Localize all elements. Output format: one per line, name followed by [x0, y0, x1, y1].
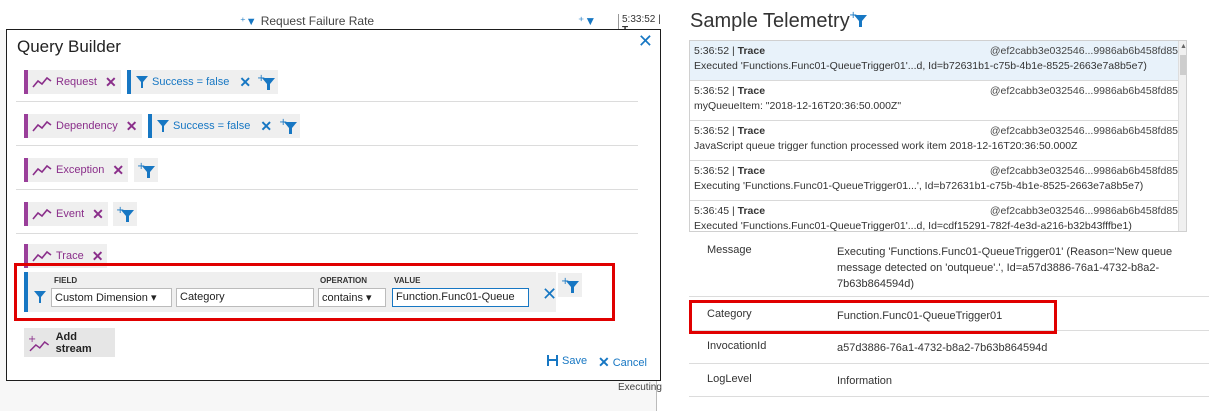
add-stream-icon: +	[28, 334, 50, 351]
property-value: Function.Func01-QueueTrigger01	[837, 310, 1003, 322]
line-chart-icon	[32, 76, 52, 88]
remove-stream-icon[interactable]: ✕	[126, 118, 138, 135]
stream-chip-event[interactable]: Event ✕	[24, 202, 108, 226]
close-icon[interactable]: ✕	[638, 31, 653, 52]
field-label: FIELD	[54, 276, 78, 285]
filter-editor: FIELD OPERATION VALUE Custom Dimension ▾…	[24, 272, 557, 312]
operation-select[interactable]: contains ▾	[318, 288, 386, 307]
stream-label: Dependency	[56, 120, 118, 132]
scroll-up-icon[interactable]: ▲	[1180, 43, 1186, 50]
add-filter-icon: ⁺▼	[578, 14, 597, 28]
cancel-button[interactable]: ✕ Cancel	[598, 354, 647, 371]
dashboard-bottom-text: Executing	[618, 382, 662, 393]
stream-label: Event	[56, 208, 85, 220]
add-stream-button[interactable]: + Add stream	[24, 328, 115, 357]
property-row-message: Message Executing 'Functions.Func01-Queu…	[689, 236, 1209, 297]
stream-chip-exception[interactable]: Exception ✕	[24, 158, 129, 182]
chevron-down-icon: ▾	[366, 292, 372, 304]
save-icon	[547, 355, 558, 366]
add-filter-icon: ⁺▼	[240, 16, 257, 28]
line-chart-icon	[32, 164, 52, 176]
stream-chip-dependency[interactable]: Dependency ✕	[24, 114, 142, 138]
filter-icon	[136, 76, 148, 88]
sample-telemetry-panel: Sample Telemetry + 5:36:52 | Trace @ef2c…	[685, 0, 1214, 411]
property-key: InvocationId	[707, 340, 767, 352]
stream-row-exception: Exception ✕ +	[16, 146, 638, 190]
list-item[interactable]: 5:36:52 | Trace @ef2cabb3e032546...9986a…	[690, 81, 1186, 121]
list-item[interactable]: 5:36:52 | Trace @ef2cabb3e032546...9986a…	[690, 161, 1186, 201]
stream-row-event: Event ✕ +	[16, 190, 638, 234]
svg-text:+: +	[28, 334, 36, 345]
telemetry-list[interactable]: 5:36:52 | Trace @ef2cabb3e032546...9986a…	[689, 40, 1187, 232]
dialog-title: Query Builder	[17, 37, 121, 56]
filter-label: Success = false	[173, 120, 251, 132]
stream-label: Exception	[56, 164, 105, 176]
field-name-input[interactable]: Category	[176, 288, 314, 307]
property-key: Message	[707, 244, 752, 256]
operation-label: OPERATION	[320, 276, 367, 285]
field-type-select[interactable]: Custom Dimension ▾	[51, 288, 172, 307]
filter-icon	[34, 291, 46, 303]
remove-stream-icon[interactable]: ✕	[112, 162, 124, 179]
stream-row-request: Request ✕ Success = false ✕ +	[16, 58, 638, 102]
property-key: Category	[707, 308, 752, 320]
property-value: Information	[837, 375, 893, 387]
property-value: Executing 'Functions.Func01-QueueTrigger…	[837, 246, 1173, 290]
stream-label: Request	[56, 76, 97, 88]
stream-row-dependency: Dependency ✕ Success = false ✕ +	[16, 102, 638, 146]
stream-label: Trace	[56, 250, 84, 262]
list-item[interactable]: 5:36:45 | Trace @ef2cabb3e032546...9986a…	[690, 201, 1186, 231]
line-chart-icon	[32, 250, 52, 262]
property-row-category: Category Function.Func01-QueueTrigger01	[689, 297, 1209, 331]
add-filter-icon[interactable]: +	[254, 70, 278, 94]
stream-chip-trace[interactable]: Trace ✕	[24, 244, 108, 268]
scrollbar-thumb[interactable]	[1180, 55, 1186, 75]
save-button[interactable]: Save	[546, 354, 587, 367]
filter-chip-success[interactable]: Success = false ✕	[127, 70, 256, 94]
remove-filter-icon[interactable]: ✕	[239, 74, 251, 91]
list-item[interactable]: 5:36:52 | Trace @ef2cabb3e032546...9986a…	[690, 121, 1186, 161]
dashboard-header-strip: ⁺▼Request Failure Rate ⁺▼ 5:33:52 | T	[0, 0, 668, 36]
add-filter-icon[interactable]: +	[848, 10, 868, 33]
add-filter-icon[interactable]: +	[113, 202, 137, 226]
panel-title: Sample Telemetry	[690, 10, 850, 32]
line-chart-icon	[32, 120, 52, 132]
add-filter-icon[interactable]: +	[134, 158, 158, 182]
chevron-down-icon: ▾	[150, 292, 157, 304]
property-key: LogLevel	[707, 373, 752, 385]
line-chart-icon	[32, 208, 52, 220]
remove-stream-icon[interactable]: ✕	[92, 206, 104, 223]
scrollbar[interactable]: ▲	[1178, 41, 1186, 231]
telemetry-properties: Message Executing 'Functions.Func01-Queu…	[689, 236, 1209, 397]
close-icon[interactable]: ✕	[542, 284, 557, 305]
filter-label: Success = false	[152, 76, 230, 88]
filter-icon	[157, 120, 169, 132]
property-row-loglevel: LogLevel Information	[689, 364, 1209, 397]
filter-chip-success[interactable]: Success = false ✕	[148, 114, 277, 138]
cancel-icon: ✕	[598, 354, 610, 370]
remove-filter-icon[interactable]: ✕	[260, 118, 272, 135]
property-value: a57d3886-76a1-4732-b8a2-7b63b864594d	[837, 342, 1048, 354]
request-failure-rate-header: ⁺▼ Request Failure Rate	[240, 14, 375, 28]
stream-chip-request[interactable]: Request ✕	[24, 70, 121, 94]
remove-stream-icon[interactable]: ✕	[92, 248, 104, 265]
value-label: VALUE	[394, 276, 421, 285]
remove-stream-icon[interactable]: ✕	[105, 74, 117, 91]
list-item[interactable]: 5:36:52 | Trace @ef2cabb3e032546...9986a…	[690, 41, 1186, 81]
property-row-invocationid: InvocationId a57d3886-76a1-4732-b8a2-7b6…	[689, 331, 1209, 364]
add-filter-icon[interactable]: +	[276, 114, 300, 138]
add-filter-icon[interactable]: +	[558, 273, 582, 297]
value-input[interactable]: Function.Func01-Queue	[392, 288, 529, 307]
